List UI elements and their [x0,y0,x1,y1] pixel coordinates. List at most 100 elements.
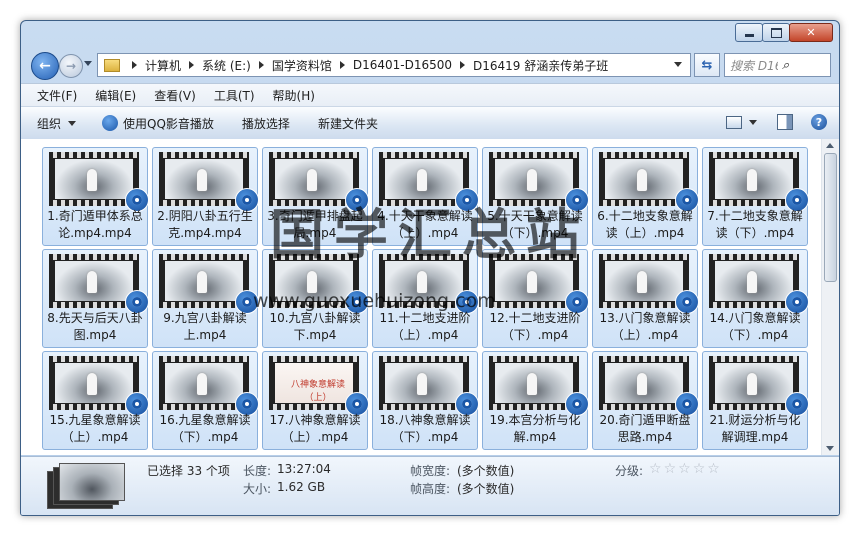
close-button[interactable]: ✕ [789,23,833,42]
maximize-button[interactable] [762,23,790,42]
frame-height-value: (多个数值) [457,482,515,496]
new-folder-button[interactable]: 新建文件夹 [318,115,378,132]
close-icon: ✕ [806,26,816,39]
chevron-down-icon [68,120,77,126]
view-mode-icon[interactable] [726,115,742,129]
file-name: 15.九星象意解读（上）.mp4 [49,413,141,444]
minimize-button[interactable] [735,23,763,42]
file-tile[interactable]: 19.本宫分析与化解.mp4 [482,351,589,450]
file-tile[interactable]: 13.八门象意解读（上）.mp4 [592,249,699,348]
command-bar: 组织 使用QQ影音播放 播放选择 新建文件夹 ? [21,106,839,140]
selection-count: 已选择 33 个项 [147,464,230,478]
file-name: 8.先天与后天八卦图.mp4 [47,311,143,342]
file-tile[interactable]: 八神象意解读（上） 17.八神象意解读（上）.mp4 [262,351,369,450]
search-input[interactable]: 搜索 D164... [730,57,778,74]
search-box[interactable]: 搜索 D164... ⌕ [724,53,831,77]
address-dropdown-icon[interactable] [674,62,682,67]
file-name: 18.八神象意解读（下）.mp4 [379,413,471,444]
scrollbar-thumb[interactable] [824,153,837,282]
file-tile[interactable]: 14.八门象意解读（下）.mp4 [702,249,809,348]
frame-width-label: 帧宽度: [410,464,451,478]
arrow-right-icon: → [65,59,77,73]
file-name: 9.九宫八卦解读上.mp4 [163,311,247,342]
vertical-scrollbar[interactable] [821,139,839,455]
breadcrumb-item-current[interactable]: D16419 舒涵亲传弟子班 [473,57,608,74]
window-controls: ✕ [735,23,833,42]
frame-width-value: (多个数值) [457,464,515,478]
size-value: 1.62 GB [277,480,326,494]
file-tile[interactable]: 2.阴阳八卦五行生克.mp4.mp4 [152,147,259,246]
rating-stars[interactable]: ☆ ☆ ☆ ☆ ☆ [649,461,722,477]
file-name: 11.十二地支进阶（上）.mp4 [379,311,471,342]
file-name: 7.十二地支象意解读（下）.mp4 [707,209,803,240]
play-selected-label: 播放选择 [241,116,290,131]
watermark-title: 国学汇总站 [270,202,590,266]
address-bar[interactable]: 计算机 系统 (E:) 国学资料馆 D16401-D16500 D16419 舒… [97,53,691,77]
file-name: 1.奇门遁甲体系总论.mp4.mp4 [47,209,143,240]
length-value: 13:27:04 [277,462,331,476]
size-label: 大小: [243,482,272,496]
breadcrumb-item[interactable]: 国学资料馆 [272,57,332,74]
play-selected-button[interactable]: 播放选择 [242,115,290,132]
file-tile[interactable]: 9.九宫八卦解读上.mp4 [152,249,259,348]
breadcrumb-separator-icon [132,61,137,69]
star-icon[interactable]: ☆ [693,461,706,477]
navigation-bar: ← → 计算机 系统 (E:) 国学资料馆 D16401-D16500 D164… [21,49,839,81]
file-tile[interactable]: 1.奇门遁甲体系总论.mp4.mp4 [42,147,149,246]
scroll-up-icon[interactable] [826,143,834,148]
preview-pane-icon[interactable] [777,114,793,130]
maximize-icon [770,27,782,38]
file-name: 13.八门象意解读（上）.mp4 [599,311,691,342]
length-label: 长度: [243,464,272,478]
file-tile[interactable]: 8.先天与后天八卦图.mp4 [42,249,149,348]
star-icon[interactable]: ☆ [707,461,720,477]
star-icon[interactable]: ☆ [664,461,677,477]
back-button[interactable]: ← [31,52,59,80]
breadcrumb-item[interactable]: 系统 (E:) [202,57,251,74]
watermark-url: www.guoxuehuizong.com [253,290,496,312]
view-controls: ? [712,114,827,130]
file-tile[interactable]: 7.十二地支象意解读（下）.mp4 [702,147,809,246]
refresh-icon: ⇆ [701,57,713,73]
view-mode-dropdown-icon[interactable] [749,119,757,125]
selection-thumbnail-icon [47,463,125,509]
breadcrumb-separator-icon [258,61,264,69]
details-pane: 已选择 33 个项 长度: 13:27:04 大小: 1.62 GB 帧宽度: … [21,456,839,515]
file-name: 6.十二地支象意解读（上）.mp4 [597,209,693,240]
menu-help[interactable]: 帮助(H) [273,87,315,104]
new-folder-label: 新建文件夹 [317,116,378,131]
star-icon[interactable]: ☆ [649,461,662,477]
file-tile[interactable]: 21.财运分析与化解调理.mp4 [702,351,809,450]
menu-edit[interactable]: 编辑(E) [95,87,136,104]
search-icon[interactable]: ⌕ [782,58,830,73]
file-name: 19.本宫分析与化解.mp4 [489,413,581,444]
file-name: 12.十二地支进阶（下）.mp4 [489,311,581,342]
breadcrumb-separator-icon [189,61,195,69]
organize-button[interactable]: 组织 [37,115,77,132]
qq-player-icon [102,115,119,131]
recent-pages-dropdown[interactable] [84,61,92,66]
file-tile[interactable]: 20.奇门遁甲断盘思路.mp4 [592,351,699,450]
file-name: 16.九星象意解读（下）.mp4 [159,413,251,444]
play-with-qq-button[interactable]: 使用QQ影音播放 [102,115,214,132]
forward-button[interactable]: → [59,54,83,78]
file-tile[interactable]: 6.十二地支象意解读（上）.mp4 [592,147,699,246]
file-name: 21.财运分析与化解调理.mp4 [709,413,801,444]
breadcrumb-separator-icon [460,61,466,69]
play-with-qq-label: 使用QQ影音播放 [123,116,214,131]
menu-tools[interactable]: 工具(T) [214,87,255,104]
menu-view[interactable]: 查看(V) [154,87,196,104]
help-icon[interactable]: ? [811,114,827,130]
file-name: 17.八神象意解读（上）.mp4 [269,413,361,444]
refresh-button[interactable]: ⇆ [694,53,720,77]
menu-file[interactable]: 文件(F) [37,87,77,104]
star-icon[interactable]: ☆ [678,461,691,477]
scroll-down-icon[interactable] [826,446,834,451]
file-tile[interactable]: 15.九星象意解读（上）.mp4 [42,351,149,450]
breadcrumb-item[interactable]: D16401-D16500 [353,58,452,72]
breadcrumb-item[interactable]: 计算机 [145,57,181,74]
file-tile[interactable]: 18.八神象意解读（下）.mp4 [372,351,479,450]
breadcrumb-separator-icon [339,61,345,69]
thumbnail-caption: 八神象意解读（上） [290,380,345,403]
file-tile[interactable]: 16.九星象意解读（下）.mp4 [152,351,259,450]
